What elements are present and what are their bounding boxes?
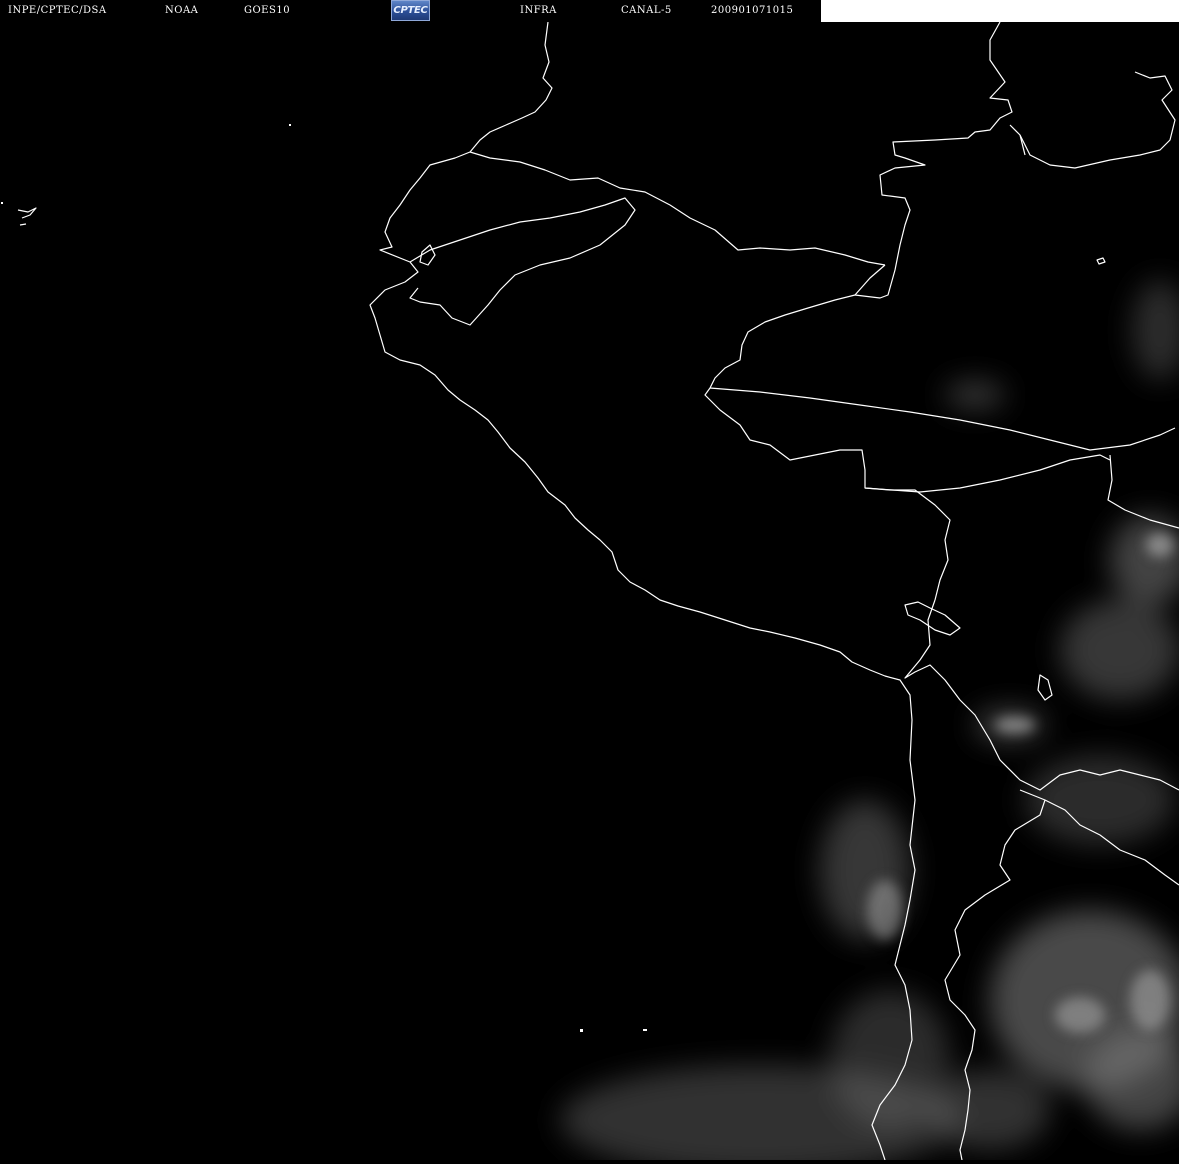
timestamp-label: 200901071015 bbox=[711, 5, 794, 16]
satellite-label: GOES10 bbox=[244, 5, 291, 16]
coastline-west bbox=[369, 21, 916, 1161]
border-peru-brazil-north bbox=[709, 294, 856, 389]
cptec-logo: CPTEC bbox=[391, 0, 430, 21]
map-canvas bbox=[1, 21, 1179, 1164]
lake-poopo bbox=[1037, 674, 1053, 701]
galapagos-islands bbox=[17, 207, 37, 226]
amazon-lake bbox=[1096, 257, 1106, 265]
border-brazil-colombia bbox=[854, 21, 1013, 299]
agency-label: NOAA bbox=[165, 5, 199, 16]
cloud-cover bbox=[560, 280, 1179, 1164]
cloud-east-1 bbox=[1110, 515, 1179, 605]
band-label: INFRA bbox=[520, 5, 557, 16]
satellite-image bbox=[0, 0, 1179, 1164]
header-blank-panel bbox=[821, 0, 1179, 22]
coastline-venezuela bbox=[1009, 71, 1176, 169]
cloud-chaco bbox=[1025, 755, 1175, 845]
cloud-northeast bbox=[1132, 280, 1179, 380]
border-ecuador-peru bbox=[409, 197, 636, 326]
cloud-amazon bbox=[945, 381, 1005, 409]
island-specks bbox=[1, 124, 647, 1032]
border-colombia-peru bbox=[469, 151, 886, 266]
border-venezuela-brazil bbox=[1019, 134, 1026, 156]
border-peru-brazil-west bbox=[704, 387, 951, 601]
border-bolivia-north bbox=[864, 454, 1111, 493]
cloud-east-2 bbox=[1060, 600, 1179, 700]
border-bolivia-east bbox=[1107, 454, 1179, 529]
border-brazil-bolivia bbox=[709, 387, 1176, 451]
cloud-andes-south bbox=[930, 1070, 1050, 1150]
channel-label: CANAL-5 bbox=[621, 5, 672, 16]
logo-text: CPTEC bbox=[393, 5, 428, 16]
institution-label: INPE/CPTEC/DSA bbox=[8, 5, 107, 16]
